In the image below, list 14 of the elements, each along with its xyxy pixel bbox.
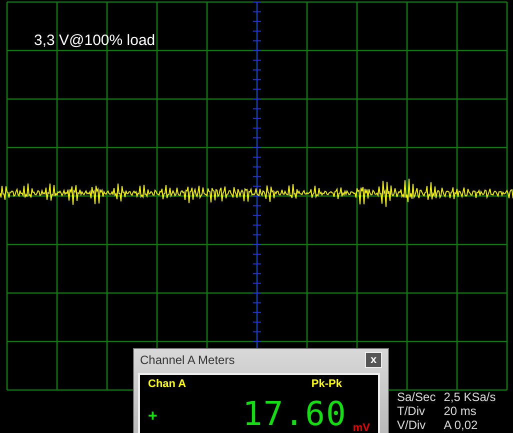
channel-label: Chan A: [148, 378, 186, 392]
window-title: Channel A Meters: [140, 353, 235, 367]
unit-label: mV: [352, 422, 370, 433]
meter-reading: 17.60: [242, 395, 347, 433]
setting-label: Sa/Sec: [397, 390, 436, 404]
setting-label: V/Div: [397, 418, 427, 432]
setting-value: 20 ms: [444, 404, 478, 418]
polarity-sign: +: [148, 408, 158, 426]
close-button[interactable]: x: [365, 352, 382, 368]
trace-label: 3,3 V@100% load: [34, 32, 156, 49]
setting-value: A 0,02: [444, 418, 479, 432]
setting-value: 2,5 KSa/s: [444, 390, 496, 404]
measurement-label: Pk-Pk: [311, 378, 342, 392]
setting-label: T/Div: [397, 404, 426, 418]
